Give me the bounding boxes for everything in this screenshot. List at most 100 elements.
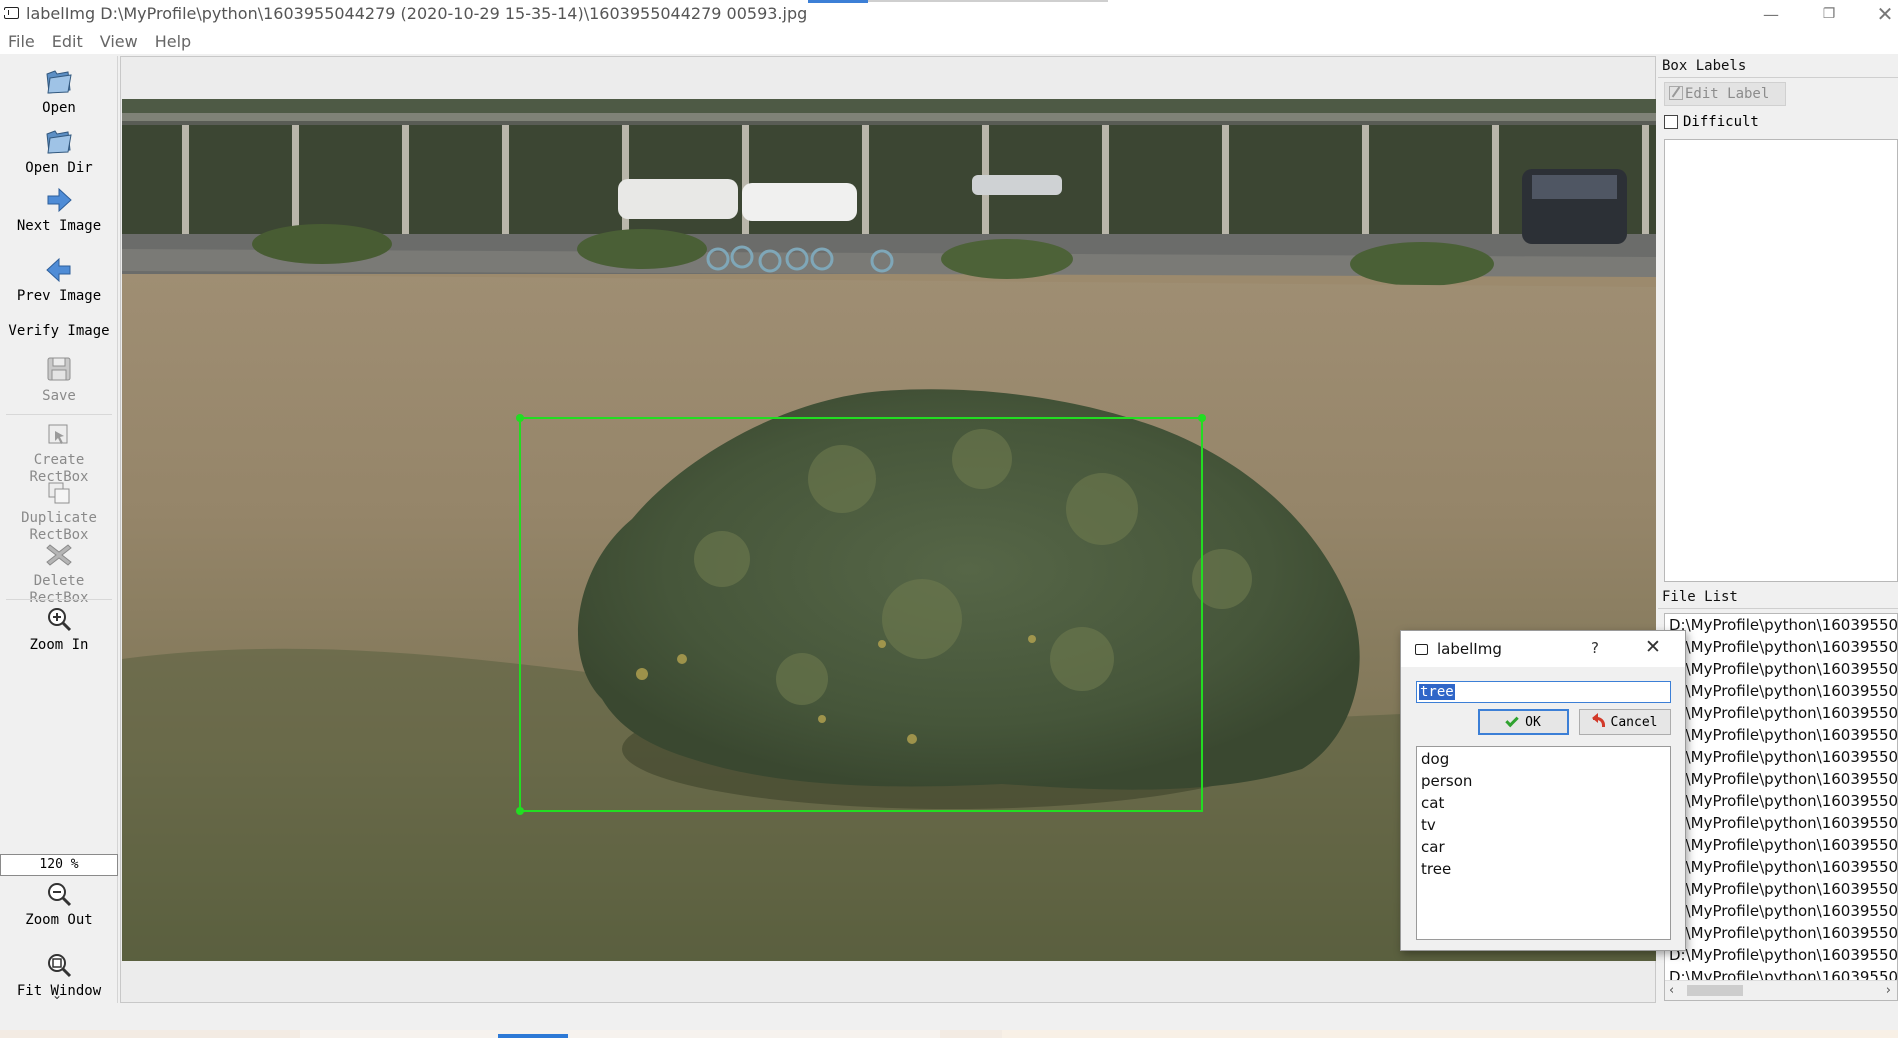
- label-input[interactable]: tree: [1416, 681, 1671, 703]
- check-icon: [1505, 713, 1519, 727]
- file-list-header: File List: [1662, 589, 1738, 605]
- scrollbar-thumb[interactable]: [1687, 985, 1743, 996]
- label-dialog: labelImg ? ✕ tree OK Cancel dog person c…: [1400, 630, 1686, 951]
- delete-rectbox-label-line1: Delete: [33, 573, 85, 589]
- menu-view[interactable]: View: [100, 32, 138, 51]
- label-history-list[interactable]: dog person cat tv car tree: [1416, 746, 1671, 940]
- taskbar-segment: [1002, 1030, 1898, 1038]
- bbox-handle-top-right[interactable]: [1198, 414, 1206, 422]
- ok-label: OK: [1525, 714, 1541, 730]
- verify-image-button[interactable]: Verify Image: [0, 323, 118, 340]
- file-list-rows: D:\MyProfile\python\16039550 D:\MyProfile…: [1665, 614, 1897, 988]
- minimize-button[interactable]: —: [1748, 0, 1794, 28]
- file-list-item[interactable]: D:\MyProfile\python\16039550: [1665, 636, 1897, 658]
- file-list-item[interactable]: D:\MyProfile\python\16039550: [1665, 680, 1897, 702]
- cancel-button[interactable]: Cancel: [1579, 709, 1671, 735]
- taskbar-segment: [300, 1030, 940, 1038]
- edit-label-text: Edit Label: [1685, 86, 1770, 102]
- toolbar-overflow-chevron-icon[interactable]: ⌄: [52, 988, 62, 1002]
- zoom-in-label: Zoom In: [29, 637, 89, 653]
- label-option-person[interactable]: person: [1417, 770, 1670, 792]
- label-option-car[interactable]: car: [1417, 836, 1670, 858]
- dialog-title: labelImg: [1437, 640, 1502, 658]
- bbox-handle-top-left[interactable]: [516, 414, 524, 422]
- difficult-checkbox-row[interactable]: Difficult: [1664, 114, 1759, 130]
- save-label: Save: [42, 388, 76, 404]
- maximize-button[interactable]: ❐: [1806, 0, 1852, 28]
- zoom-level-spinbox[interactable]: 120 %: [0, 854, 118, 876]
- tool-bar: Open Open Dir Next Image Prev Image Veri…: [0, 56, 118, 1003]
- bbox-handle-bottom-left[interactable]: [516, 807, 524, 815]
- dialog-help-button[interactable]: ?: [1591, 639, 1599, 657]
- arrow-left-icon: [46, 257, 71, 283]
- menu-help[interactable]: Help: [155, 32, 191, 51]
- label-option-tree[interactable]: tree: [1417, 858, 1670, 880]
- file-list-horizontal-scrollbar[interactable]: ‹ ›: [1665, 980, 1897, 1000]
- open-dir-label: Open Dir: [25, 160, 93, 176]
- zoom-in-icon: [48, 608, 72, 632]
- duplicate-rectbox-button[interactable]: Duplicate RectBox: [0, 480, 118, 544]
- next-image-label: Next Image: [16, 218, 102, 234]
- box-label-list[interactable]: [1664, 139, 1898, 582]
- open-button[interactable]: Open: [0, 66, 118, 117]
- dialog-close-button[interactable]: ✕: [1645, 636, 1661, 658]
- file-list-item[interactable]: D:\MyProfile\python\16039550: [1665, 922, 1897, 944]
- prev-image-button[interactable]: Prev Image: [0, 256, 118, 305]
- file-list-item[interactable]: D:\MyProfile\python\16039550: [1665, 614, 1897, 636]
- save-button[interactable]: Save: [0, 354, 118, 405]
- duplicate-rectbox-label-line1: Duplicate: [21, 510, 97, 526]
- title-bar: labelImg D:\MyProfile\python\16039550442…: [0, 0, 1898, 28]
- prev-image-label: Prev Image: [16, 288, 102, 304]
- scroll-right-arrow-icon[interactable]: ›: [1886, 981, 1891, 1000]
- taskbar-active-indicator: [498, 1034, 568, 1038]
- toolbar-separator: [6, 414, 112, 415]
- duplicate-icon: [48, 482, 70, 504]
- open-dir-button[interactable]: Open Dir: [0, 126, 118, 177]
- pencil-icon: [1669, 86, 1683, 100]
- verify-image-label: Verify Image: [8, 323, 110, 339]
- app-window-icon: [1415, 644, 1428, 655]
- zoom-in-button[interactable]: Zoom In: [0, 605, 118, 654]
- file-list-item[interactable]: D:\MyProfile\python\16039550: [1665, 944, 1897, 966]
- menu-file[interactable]: File: [8, 32, 35, 51]
- dialog-title-bar: labelImg ? ✕: [1401, 631, 1685, 667]
- folder-open-icon: [46, 70, 72, 94]
- label-option-cat[interactable]: cat: [1417, 792, 1670, 814]
- label-option-tv[interactable]: tv: [1417, 814, 1670, 836]
- file-list-item[interactable]: D:\MyProfile\python\16039550: [1665, 724, 1897, 746]
- label-option-dog[interactable]: dog: [1417, 748, 1670, 770]
- file-list-item[interactable]: D:\MyProfile\python\16039550: [1665, 702, 1897, 724]
- file-list-item[interactable]: D:\MyProfile\python\16039550: [1665, 834, 1897, 856]
- file-list-item[interactable]: D:\MyProfile\python\16039550: [1665, 768, 1897, 790]
- label-input-selected-text: tree: [1419, 684, 1455, 700]
- file-list[interactable]: D:\MyProfile\python\16039550 D:\MyProfile…: [1664, 613, 1898, 1001]
- app-window-icon: [4, 7, 19, 19]
- scroll-left-arrow-icon[interactable]: ‹: [1669, 981, 1674, 1000]
- file-list-item[interactable]: D:\MyProfile\python\16039550: [1665, 812, 1897, 834]
- delete-rectbox-button[interactable]: Delete RectBox: [0, 541, 118, 607]
- difficult-label: Difficult: [1683, 114, 1759, 130]
- file-list-item[interactable]: D:\MyProfile\python\16039550: [1665, 878, 1897, 900]
- create-rectbox-button[interactable]: Create RectBox: [0, 422, 118, 486]
- dock-header-divider: [1658, 77, 1898, 78]
- close-window-button[interactable]: ✕: [1862, 0, 1898, 28]
- zoom-out-button[interactable]: Zoom Out: [0, 880, 118, 929]
- next-image-button[interactable]: Next Image: [0, 186, 118, 235]
- title-progress-indicator: [808, 0, 868, 3]
- title-progress-track: [868, 0, 1108, 2]
- file-list-item[interactable]: D:\MyProfile\python\16039550: [1665, 790, 1897, 812]
- ok-button[interactable]: OK: [1478, 709, 1569, 735]
- menu-bar: File Edit View Help: [0, 28, 1898, 54]
- undo-arrow-icon: [1591, 713, 1605, 727]
- file-list-item[interactable]: D:\MyProfile\python\16039550: [1665, 746, 1897, 768]
- edit-label-button[interactable]: Edit Label: [1664, 82, 1786, 106]
- create-rectbox-icon: [48, 424, 68, 444]
- file-list-item[interactable]: D:\MyProfile\python\16039550: [1665, 856, 1897, 878]
- difficult-checkbox[interactable]: [1664, 115, 1678, 129]
- open-label: Open: [42, 100, 76, 116]
- menu-edit[interactable]: Edit: [52, 32, 83, 51]
- zoom-out-label: Zoom Out: [25, 912, 93, 928]
- file-list-item[interactable]: D:\MyProfile\python\16039550: [1665, 900, 1897, 922]
- floppy-disk-icon: [47, 357, 71, 381]
- file-list-item[interactable]: D:\MyProfile\python\16039550: [1665, 658, 1897, 680]
